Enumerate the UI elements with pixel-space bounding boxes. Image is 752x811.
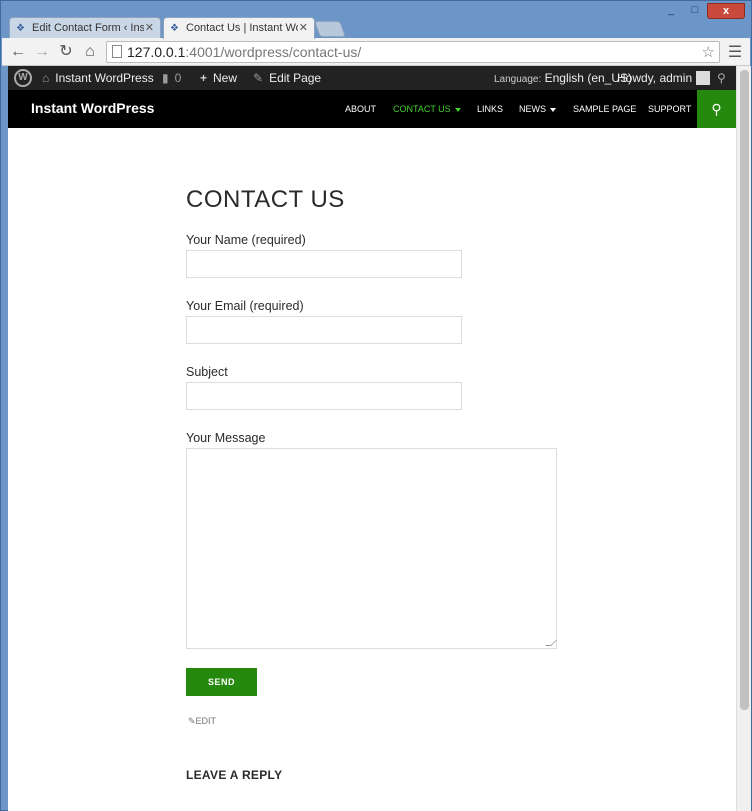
nav-item-about[interactable]: ABOUT [345,90,376,128]
nav-item-label: ABOUT [345,104,377,114]
language-label: Language: [494,74,542,85]
message-textarea[interactable] [186,448,557,649]
site-header: Instant WordPress ABOUT CONTACT US LINKS… [8,90,736,128]
edit-link[interactable]: ✎EDIT [188,716,216,727]
site-search-toggle[interactable]: ⚲ [697,90,736,128]
tab-strip: ❖ Edit Contact Form ‹ Instan ✕ ❖ Contact… [9,17,749,39]
nav-item-news[interactable]: NEWS [519,90,556,128]
chevron-down-icon [550,107,556,112]
nav-item-label: SUPPORT [648,104,692,114]
admin-edit-page-label: Edit Page [269,71,322,85]
send-button[interactable]: SEND [186,668,257,696]
nav-item-label: LINKS [477,104,504,114]
nav-item-contact-us[interactable]: CONTACT US [393,90,461,128]
plus-icon: + [200,71,208,85]
email-field[interactable] [186,316,462,344]
search-icon: ⚲ [711,101,722,117]
admin-site-name: Instant WordPress [55,71,154,85]
admin-search-icon[interactable]: ⚲ [717,66,726,90]
admin-comments-link[interactable]: ▮ 0 [162,66,181,90]
wp-admin-bar: W ⌂ Instant WordPress ▮ 0 + New ✎ Edit Page … [8,66,736,90]
nav-item-links[interactable]: LINKS [477,90,503,128]
browser-toolbar: ← → ↻ ⌂ 127.0.0.1:4001/wordpress/contact… [2,38,750,66]
email-label: Your Email (required) [186,299,304,313]
admin-site-name-link[interactable]: ⌂ Instant WordPress [42,66,154,90]
scrollbar-thumb[interactable] [740,70,749,710]
nav-item-label: NEWS [519,104,546,114]
vertical-scrollbar[interactable] [736,66,751,811]
tab-title: Edit Contact Form ‹ Instan [32,22,144,34]
comments-count: 0 [174,71,182,85]
tab-edit-contact-form[interactable]: ❖ Edit Contact Form ‹ Instan ✕ [9,17,161,39]
page-viewport: W ⌂ Instant WordPress ▮ 0 + New ✎ Edit Page … [8,66,736,811]
subject-field[interactable] [186,382,462,410]
tab-close-icon[interactable]: ✕ [299,21,308,34]
name-label: Your Name (required) [186,233,306,247]
tab-contact-us[interactable]: ❖ Contact Us | Instant Word ✕ [163,17,315,39]
site-title[interactable]: Instant WordPress [31,100,154,116]
edit-label: EDIT [195,716,217,726]
resize-handle-icon[interactable] [545,640,557,646]
back-arrow-icon[interactable]: ← [8,42,28,62]
comment-bubble-icon: ▮ [162,71,169,85]
nav-item-sample-page[interactable]: SAMPLE PAGE [573,90,636,128]
home-icon: ⌂ [42,71,50,85]
nav-item-label: CONTACT US [393,104,451,114]
leave-reply-heading: LEAVE A REPLY [186,768,283,782]
bookmark-star-icon[interactable]: ☆ [702,43,715,61]
pencil-icon: ✎ [253,71,264,85]
wordpress-favicon-icon: ❖ [16,23,25,34]
subject-label: Subject [186,365,228,379]
nav-item-label: SAMPLE PAGE [573,104,637,114]
admin-new-link[interactable]: + New [200,66,237,90]
wordpress-logo-icon[interactable]: W [14,69,32,87]
language-switcher[interactable]: Language: English (en_US) [494,66,632,90]
message-label: Your Message [186,431,266,445]
admin-edit-page-link[interactable]: ✎ Edit Page [253,66,321,90]
chevron-down-icon [454,107,461,112]
admin-new-label: New [213,71,238,85]
admin-account-menu[interactable]: Howdy, admin [617,66,711,90]
tab-close-icon[interactable]: ✕ [145,21,154,34]
menu-hamburger-icon[interactable]: ☰ [726,42,744,62]
tab-title: Contact Us | Instant Word [186,22,298,34]
forward-arrow-icon[interactable]: → [32,42,52,62]
url-host: 127.0.0.1 [127,44,186,60]
avatar [696,70,711,85]
address-bar[interactable]: 127.0.0.1:4001/wordpress/contact-us/ ☆ [106,41,720,63]
reload-icon[interactable]: ↻ [56,42,76,62]
browser-window: _ □ x ❖ Edit Contact Form ‹ Instan ✕ ❖ C… [0,0,752,811]
wordpress-favicon-icon: ❖ [170,23,179,34]
url-path: :4001/wordpress/contact-us/ [185,44,362,60]
howdy-text: Howdy, admin [617,71,693,85]
nav-item-support[interactable]: SUPPORT [648,90,691,128]
new-tab-button[interactable] [314,21,346,37]
home-icon[interactable]: ⌂ [80,42,100,62]
name-field[interactable] [186,250,462,278]
page-icon [112,45,122,58]
pencil-icon: ✎ [188,716,196,726]
page-title: CONTACT US [186,186,345,213]
